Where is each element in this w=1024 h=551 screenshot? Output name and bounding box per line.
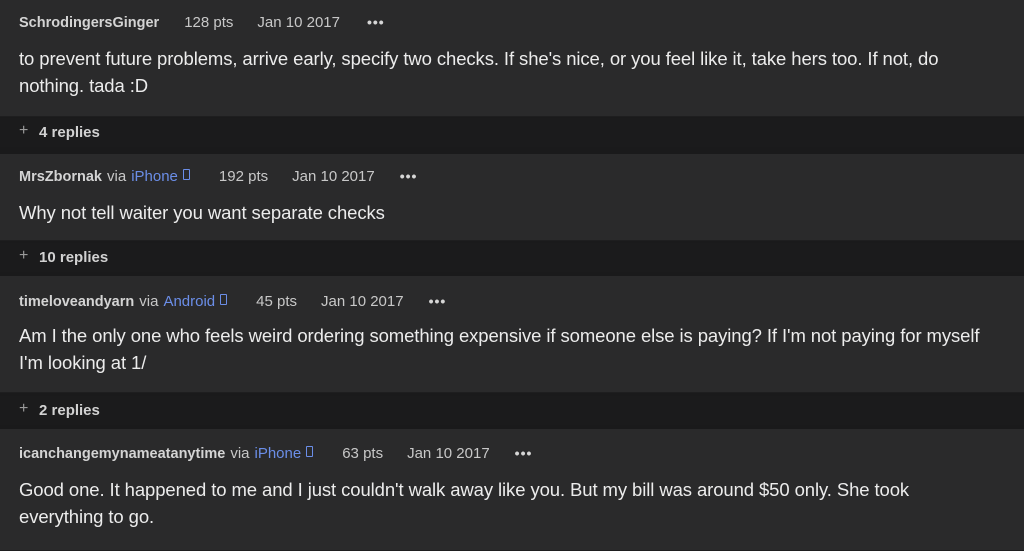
- points-count: 192 pts: [218, 168, 269, 185]
- replies-count[interactable]: 4 replies: [39, 124, 100, 141]
- author-name[interactable]: icanchangemynameatanytime: [19, 446, 225, 462]
- via-label: via: [107, 168, 127, 185]
- via-label: via: [230, 445, 250, 462]
- plus-icon: +: [19, 246, 29, 264]
- comment-body: to prevent future problems, arrive early…: [19, 48, 939, 96]
- author-name[interactable]: SchrodingersGinger: [19, 15, 159, 31]
- more-options-icon[interactable]: •••: [367, 14, 385, 30]
- replies-toggle[interactable]: + 10 replies: [0, 243, 1024, 272]
- comment-card: icanchangemynameatanytime via iPhone 63 …: [0, 429, 1024, 551]
- via-label: via: [139, 293, 159, 310]
- comment-date[interactable]: Jan 10 2017: [257, 14, 340, 31]
- points-count: 128 pts: [184, 14, 234, 31]
- comment-card: timeloveandyarn via Android 45 pts Jan 1…: [0, 276, 1024, 393]
- comment-card: MrsZbornak via iPhone 192 pts Jan 10 201…: [0, 154, 1024, 241]
- comment-body: Why not tell waiter you want separate ch…: [19, 202, 385, 223]
- more-options-icon[interactable]: •••: [515, 445, 533, 461]
- plus-icon: +: [19, 399, 29, 417]
- comment-meta: MrsZbornak via iPhone 192 pts Jan 10 201…: [19, 168, 417, 185]
- comment-meta: timeloveandyarn via Android 45 pts Jan 1…: [19, 293, 446, 310]
- comment-feed: SchrodingersGinger 128 pts Jan 10 2017 •…: [0, 0, 1024, 551]
- more-options-icon[interactable]: •••: [429, 293, 447, 309]
- phone-icon: [306, 446, 314, 457]
- comment-date[interactable]: Jan 10 2017: [407, 445, 490, 462]
- comment-card: SchrodingersGinger 128 pts Jan 10 2017 •…: [0, 0, 1024, 117]
- device-link[interactable]: iPhone: [131, 168, 178, 185]
- comment-body: Good one. It happened to me and I just c…: [19, 479, 910, 527]
- more-options-icon[interactable]: •••: [400, 168, 418, 184]
- plus-icon: +: [19, 121, 29, 139]
- replies-count[interactable]: 10 replies: [39, 249, 108, 266]
- points-count: 45 pts: [256, 293, 298, 310]
- replies-toggle[interactable]: + 4 replies: [0, 118, 1024, 147]
- replies-count[interactable]: 2 replies: [39, 402, 100, 419]
- phone-icon: [220, 294, 228, 305]
- comment-date[interactable]: Jan 10 2017: [321, 293, 404, 310]
- phone-icon: [182, 169, 190, 180]
- comment-date[interactable]: Jan 10 2017: [292, 168, 375, 185]
- points-count: 63 pts: [342, 445, 384, 462]
- author-name[interactable]: MrsZbornak: [19, 169, 102, 185]
- device-link[interactable]: iPhone: [255, 445, 302, 462]
- comment-meta: icanchangemynameatanytime via iPhone 63 …: [19, 445, 532, 462]
- comment-meta: SchrodingersGinger 128 pts Jan 10 2017 •…: [19, 14, 385, 31]
- device-link[interactable]: Android: [163, 293, 215, 310]
- replies-toggle[interactable]: + 2 replies: [0, 396, 1024, 425]
- comment-body: Am I the only one who feels weird orderi…: [19, 325, 980, 373]
- author-name[interactable]: timeloveandyarn: [19, 294, 134, 310]
